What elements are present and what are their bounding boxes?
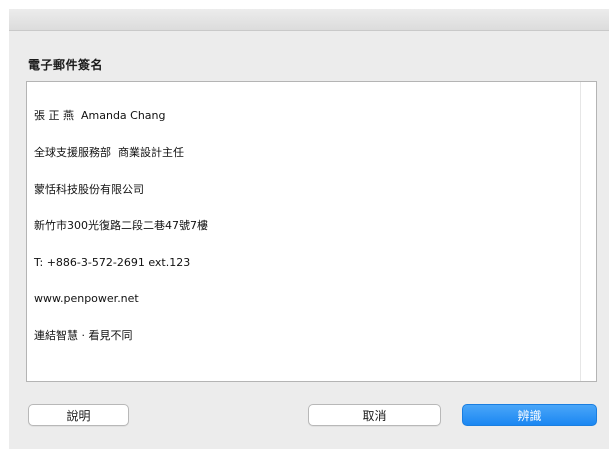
dialog-heading: 電子郵件簽名 xyxy=(28,58,104,72)
email-signature-dialog: 電子郵件簽名 張 正 燕 Amanda Chang 全球支援服務部 商業設計主任… xyxy=(0,0,609,449)
signature-line-address: 新竹市300光復路二段二巷47號7樓 xyxy=(34,219,208,233)
signature-line-title: 全球支援服務部 商業設計主任 xyxy=(34,146,184,160)
signature-line-slogan: 連結智慧 · 看見不同 xyxy=(34,329,133,343)
cancel-button[interactable]: 取消 xyxy=(308,404,441,426)
scrollbar-track xyxy=(580,82,581,381)
dialog-titlebar xyxy=(9,9,609,31)
signature-line-phone: T: +886-3-572-2691 ext.123 xyxy=(34,255,191,269)
signature-line-website: www.penpower.net xyxy=(34,292,139,306)
signature-text-area[interactable]: 張 正 燕 Amanda Chang 全球支援服務部 商業設計主任 蒙恬科技股份… xyxy=(26,81,597,382)
recognize-button[interactable]: 辨識 xyxy=(462,404,597,426)
signature-line-name: 張 正 燕 Amanda Chang xyxy=(34,109,166,123)
signature-line-company: 蒙恬科技股份有限公司 xyxy=(34,182,144,196)
signature-text: 張 正 燕 Amanda Chang 全球支援服務部 商業設計主任 蒙恬科技股份… xyxy=(34,86,208,367)
help-button[interactable]: 說明 xyxy=(28,404,129,426)
